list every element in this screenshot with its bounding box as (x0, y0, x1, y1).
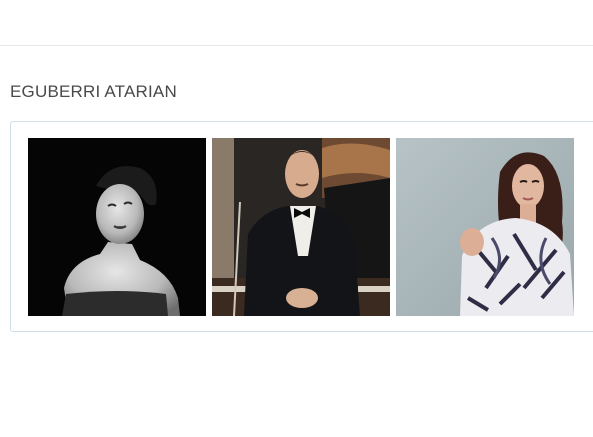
photo-image-man-tuxedo (212, 138, 390, 316)
top-divider (0, 45, 593, 46)
gallery-photo-2[interactable] (212, 138, 390, 316)
gallery-panel (10, 121, 593, 332)
photo-image-woman-bw (28, 138, 206, 316)
gallery-photo-3[interactable] (396, 138, 574, 316)
gallery-photo-1[interactable] (28, 138, 206, 316)
photo-image-woman-blouse (396, 138, 574, 316)
section-title: EGUBERRI ATARIAN (10, 82, 177, 101)
